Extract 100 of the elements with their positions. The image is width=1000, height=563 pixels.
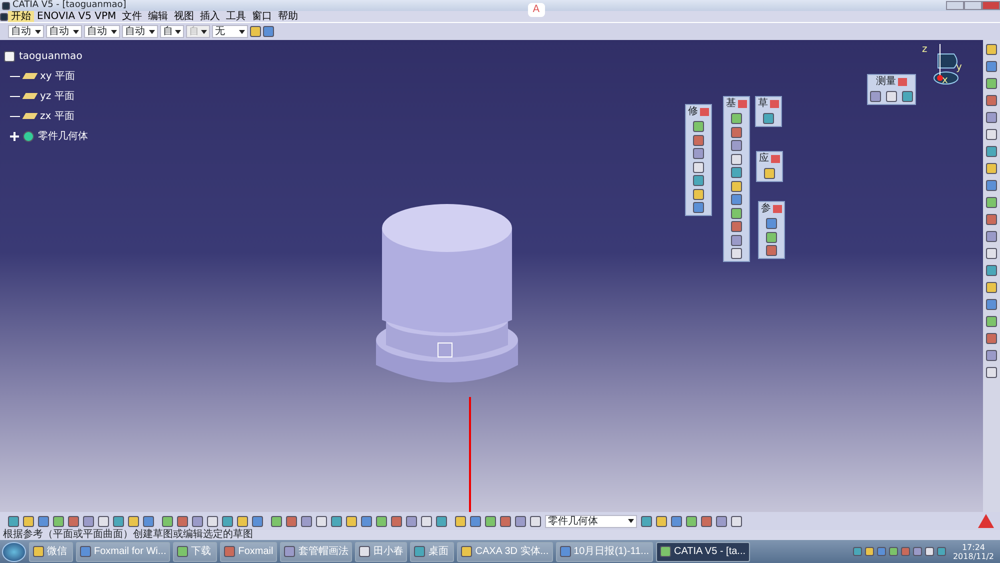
tool-icon[interactable] [8,516,19,526]
style-dropdown[interactable]: 自动 [122,25,158,38]
tool-icon[interactable] [391,516,402,526]
style-dropdown[interactable]: 自动 [8,25,44,38]
tool-icon[interactable] [500,516,511,526]
tool-icon[interactable] [986,78,997,89]
tool-icon[interactable] [207,516,218,526]
tool-icon[interactable] [986,231,997,242]
tool-icon[interactable] [986,350,997,361]
tool-icon[interactable] [902,91,913,102]
tool-icon[interactable] [731,113,742,124]
tool-icon[interactable] [192,516,203,526]
tool-icon[interactable] [986,367,997,378]
style-dropdown[interactable]: 自 [160,25,184,38]
tool-icon[interactable] [23,516,34,526]
tool-icon[interactable] [986,112,997,123]
style-dropdown[interactable]: 自动 [84,25,120,38]
tool-icon[interactable] [301,516,312,526]
tool-icon[interactable] [731,516,742,526]
tool-icon[interactable] [986,163,997,174]
tool-icon[interactable] [731,154,742,164]
tool-icon[interactable] [128,516,139,526]
tool-icon[interactable] [731,167,742,178]
tool-icon[interactable] [376,516,387,526]
menu-item[interactable]: 文件 [119,11,146,22]
tool-icon[interactable] [986,214,997,225]
tool-icon[interactable] [38,516,49,526]
tool-icon[interactable] [764,168,775,179]
tool-icon[interactable] [731,208,742,218]
ime-toolbar[interactable]: A [528,2,545,16]
tool-icon[interactable] [986,180,997,191]
tool-icon[interactable] [693,162,704,172]
tool-icon[interactable] [68,516,79,526]
tool-icon[interactable] [162,516,173,526]
tool-icon[interactable] [222,516,233,526]
tool-icon[interactable] [641,516,652,526]
tool-icon[interactable] [436,516,447,526]
tool-icon[interactable] [716,516,727,526]
tool-icon[interactable] [701,516,712,526]
tool-icon[interactable] [986,61,997,72]
tool-icon[interactable] [686,516,697,526]
tool-icon[interactable] [986,146,997,157]
start-button[interactable] [2,542,26,562]
tool-icon[interactable] [986,248,997,259]
tree-item[interactable]: zx 平面 [40,108,74,124]
tool-icon[interactable] [986,129,997,140]
tool-icon[interactable] [671,516,682,526]
tool-icon[interactable] [870,91,881,102]
tool-icon[interactable] [470,516,481,526]
tool-icon[interactable] [766,218,777,229]
tool-icon[interactable] [693,202,704,213]
tool-icon[interactable] [766,245,777,256]
tool-icon[interactable] [455,516,466,526]
tool-icon[interactable] [286,516,297,526]
tool-icon[interactable] [421,516,432,526]
tree-item[interactable]: taoguanmao [19,48,82,64]
menu-item[interactable]: ENOVIA V5 VPM [34,11,120,22]
tool-icon[interactable] [731,126,742,138]
tool-icon[interactable] [986,333,997,344]
tool-icon[interactable] [177,516,188,526]
tool-icon[interactable] [530,516,541,526]
tool-icon[interactable] [361,516,372,526]
taskbar-button[interactable]: CATIA V5 - [ta... [656,542,750,562]
tool-icon[interactable] [252,516,263,526]
tool-icon[interactable] [53,516,64,526]
tool-icon[interactable] [693,121,704,132]
tool-icon[interactable] [693,148,704,159]
menu-item[interactable]: 帮助 [275,11,302,22]
tree-item[interactable]: yz 平面 [40,88,74,104]
tool-icon[interactable] [485,516,496,526]
tool-icon[interactable] [656,516,667,526]
tool-icon[interactable] [731,194,742,205]
tool-icon[interactable] [731,221,742,232]
tool-icon[interactable] [886,91,897,102]
tool-icon[interactable] [763,113,774,124]
tool-icon[interactable] [693,175,704,186]
menu-item[interactable]: 工具 [223,11,250,22]
tool-icon[interactable] [143,516,154,526]
tool-icon[interactable] [986,299,997,310]
tool-icon[interactable] [406,516,417,526]
style-dropdown[interactable]: 自动 [46,25,82,38]
tool-icon[interactable] [766,232,777,242]
tool-icon[interactable] [346,516,357,526]
tool-icon[interactable] [986,44,997,55]
tool-icon[interactable] [316,516,327,526]
style-dropdown[interactable]: 无 [212,25,248,38]
tool-icon[interactable] [986,265,997,276]
tool-icon[interactable] [731,140,742,151]
tool-icon[interactable] [986,197,997,208]
tool-icon[interactable] [331,516,342,526]
menu-item[interactable]: 窗口 [249,11,276,22]
tool-icon[interactable] [515,516,526,526]
body-dropdown[interactable]: 零件几何体 [545,514,637,528]
tool-icon[interactable] [986,282,997,293]
tool-icon[interactable] [98,516,109,526]
tool-icon[interactable] [986,316,997,327]
menu-item[interactable]: 插入 [197,11,224,22]
tool-icon[interactable] [731,180,742,192]
menu-item[interactable]: 视图 [171,11,198,22]
menu-item[interactable]: 编辑 [145,11,172,22]
